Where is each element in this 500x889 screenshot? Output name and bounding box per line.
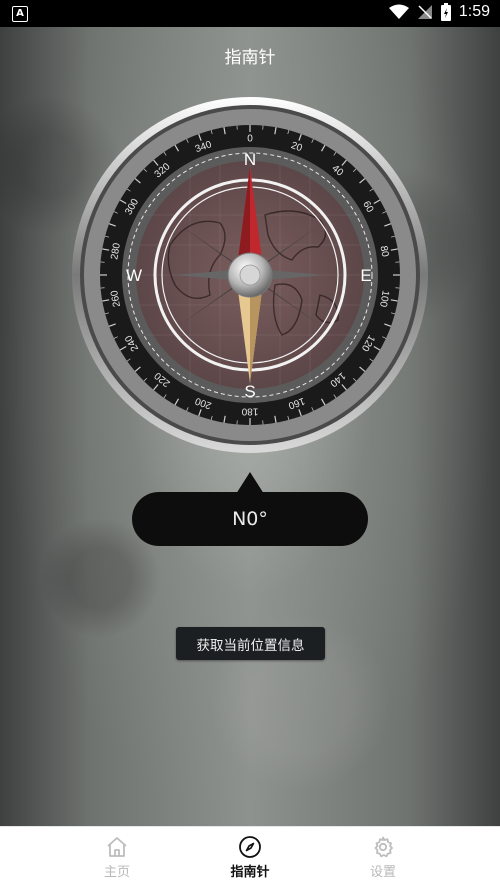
page-title: 指南针: [0, 43, 500, 68]
wifi-icon: [389, 4, 409, 20]
heading-display: N0°: [132, 492, 368, 546]
gear-icon: [371, 835, 395, 859]
degree-label: 0: [247, 134, 253, 145]
tab-home[interactable]: 主页: [77, 835, 157, 880]
no-signal-icon: [417, 4, 433, 20]
tab-compass[interactable]: 指南针: [210, 835, 290, 880]
compass-icon: [238, 835, 262, 859]
tab-home-label: 主页: [77, 861, 157, 880]
degree-label: 180: [241, 406, 258, 417]
battery-icon: [441, 3, 451, 21]
compass-dial: 0204060801001201401601802002202402602803…: [70, 95, 430, 455]
notification-icon: A: [12, 6, 28, 22]
get-location-button[interactable]: 获取当前位置信息: [176, 627, 325, 660]
tab-settings-label: 设置: [343, 861, 423, 880]
status-time: 1:59: [459, 3, 490, 21]
cardinal-s: S: [244, 382, 255, 401]
cardinal-n: N: [244, 150, 256, 169]
heading-pointer: [236, 472, 264, 494]
status-bar: A 1:59: [0, 0, 500, 27]
tab-compass-label: 指南针: [210, 861, 290, 880]
cardinal-e: E: [360, 266, 371, 285]
cardinal-w: W: [126, 266, 142, 285]
home-icon: [105, 835, 129, 859]
tab-settings[interactable]: 设置: [343, 835, 423, 880]
bottom-tab-bar: 主页 指南针 设置: [0, 826, 500, 889]
